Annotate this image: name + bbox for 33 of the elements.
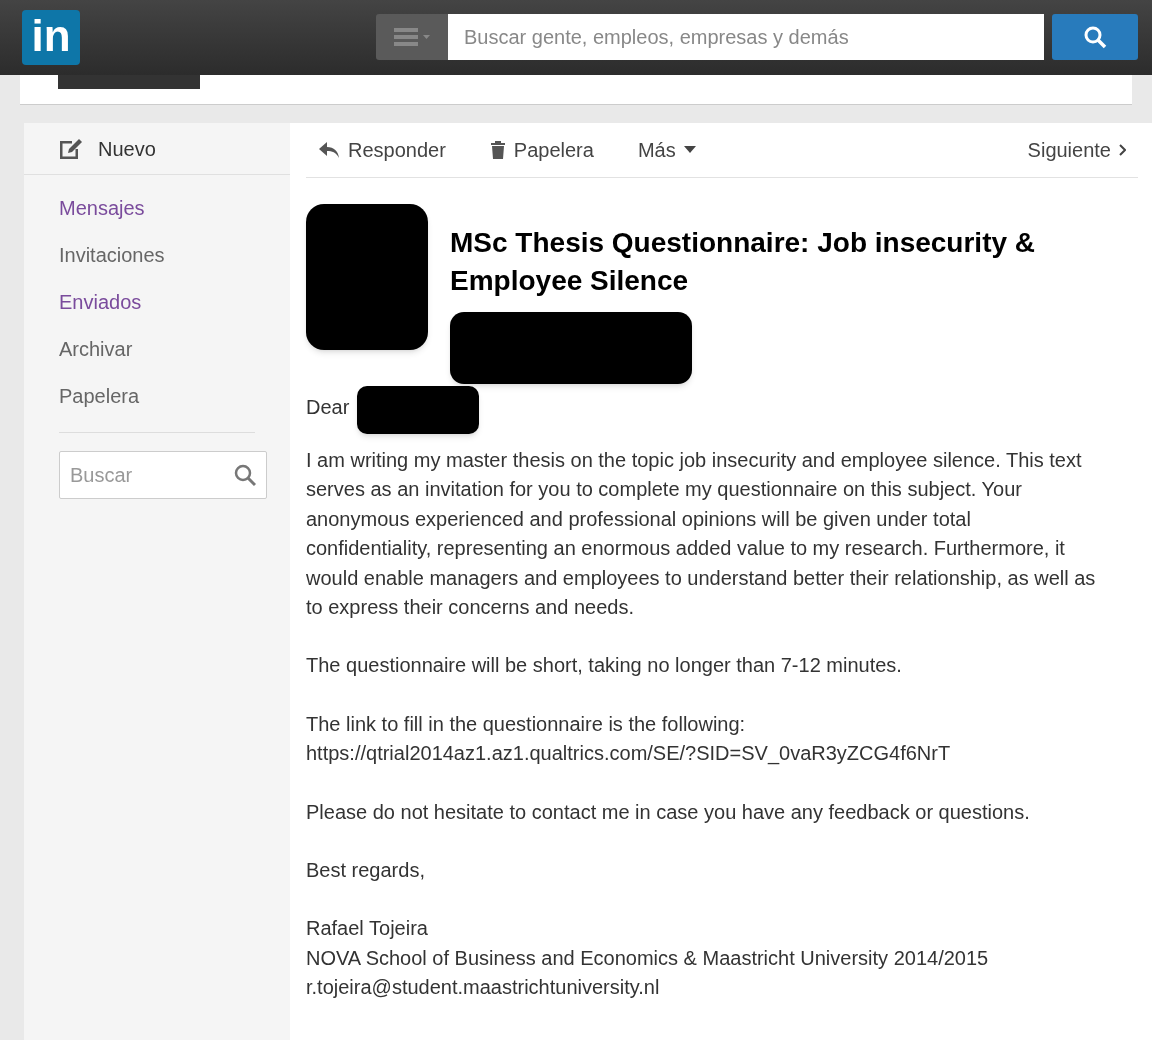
compose-button[interactable]: Nuevo — [24, 123, 290, 175]
message-text: r.tojeira@student.maastrichtuniversity.nl — [306, 975, 661, 1001]
sidebar-link[interactable]: Mensajes — [59, 195, 290, 222]
message-text: The link to fill in the questionnaire is the following: — [306, 711, 747, 737]
more-button[interactable]: Más — [637, 135, 696, 165]
message-text: The questionnaire will be short, taking no longer than 7-12 minutes. — [306, 653, 903, 679]
caret-icon — [683, 146, 696, 154]
search-field[interactable]: Buscar gente, empleos, empresas y demás — [448, 14, 1044, 60]
message-text: NOVA School of Business and Economics & Maastricht University 2014/2015 — [306, 945, 990, 971]
search-field[interactable]: Buscar — [59, 451, 267, 499]
message-text: https://qtrial2014az1.az1.qualtrics.com/SE/?SID=SV_0vaR3yZCG4f6NrT — [306, 741, 952, 767]
logo[interactable]: in — [22, 10, 80, 65]
sidebar-link[interactable]: Invitaciones — [59, 242, 290, 269]
message-text: I am writing my master thesis on the topic job insecurity and employee silence. This text serves as an invitation for you to complete my questionnaire on this subject. Your anonymous experienced and professional opinions will be given under total confidentiality, representing an enormous added value to my research. Furthermore, it would enable managers and employees to understand better their relationship, as well as to express their concerns and needs. — [306, 448, 1097, 621]
sidebar-link[interactable]: Enviados — [59, 289, 290, 316]
reply-button[interactable]: Responder — [318, 135, 446, 165]
message-text: Rafael Tojeira — [306, 916, 429, 942]
sidebar-link[interactable]: Archivar — [59, 336, 290, 363]
compose-icon — [58, 136, 84, 161]
message-text: Please do not hesitate to contact me in case you have any feedback or questions. — [306, 799, 1031, 825]
next-button[interactable]: Siguiente — [1027, 135, 1126, 165]
reply-icon — [318, 141, 340, 159]
message-subject: MSc Thesis Questionnaire: Job insecurity & Employee Silence — [450, 226, 1037, 298]
sidebar-link[interactable]: Papelera — [59, 383, 290, 410]
chevron-icon — [1119, 144, 1126, 156]
trash-icon — [489, 140, 506, 160]
search-button[interactable] — [1052, 14, 1138, 60]
message-text: Best regards, — [306, 858, 426, 884]
greeting: Dear — [306, 395, 350, 420]
trash-button[interactable]: Papelera — [489, 135, 594, 165]
search-icon — [1083, 25, 1107, 49]
menu-icon — [394, 26, 430, 48]
search-icon — [233, 463, 257, 487]
